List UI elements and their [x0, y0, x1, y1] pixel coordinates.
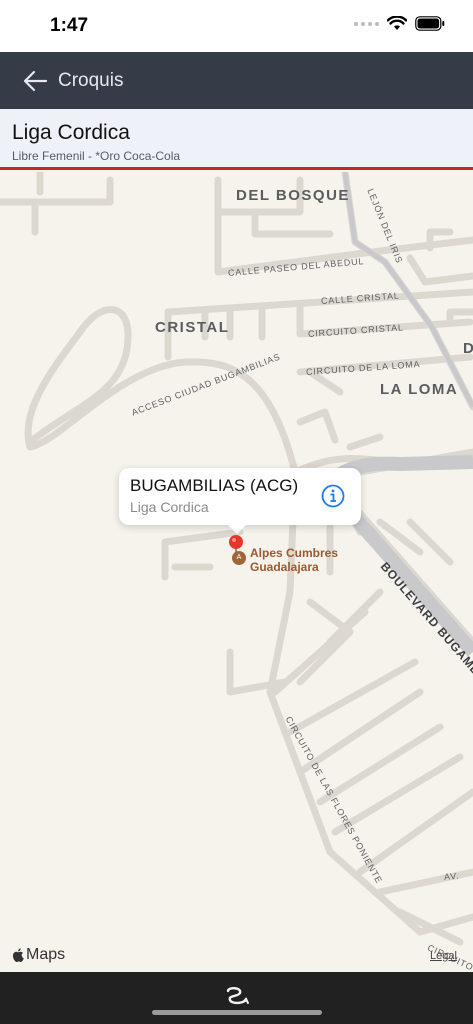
area-label-cristal: CRISTAL [155, 319, 230, 336]
callout-title: BUGAMBILIAS (ACG) [130, 476, 299, 495]
area-label-edge: D [463, 340, 473, 357]
apple-logo-icon [12, 948, 24, 962]
area-label-del-bosque: DEL BOSQUE [236, 187, 350, 204]
poi-icon: A [232, 551, 246, 565]
nav-title: Croquis [58, 69, 124, 91]
back-button[interactable] [0, 52, 56, 109]
nav-bar: Croquis [0, 52, 473, 109]
poi-label-line1: Alpes Cumbres [250, 546, 339, 560]
league-title: Liga Cordica [12, 121, 130, 144]
callout-subtitle: Liga Cordica [130, 499, 209, 515]
area-label-la-loma: LA LOMA [380, 381, 459, 398]
map-view[interactable]: DEL BOSQUE CRISTAL LA LOMA D LEJÓN DEL I… [0, 172, 473, 972]
wifi-icon [387, 16, 407, 30]
poi-label[interactable]: Alpes Cumbres Guadalajara [250, 546, 338, 574]
info-circle-icon[interactable] [321, 484, 345, 508]
street-label-av: AV. [443, 870, 460, 882]
home-indicator[interactable] [152, 1010, 322, 1015]
battery-icon [415, 16, 445, 31]
app-logo-icon [226, 987, 249, 1005]
legal-link[interactable]: Legal [430, 950, 457, 962]
maps-attribution: Maps [12, 946, 65, 964]
arrow-left-icon [23, 70, 48, 91]
status-time: 1:47 [50, 15, 89, 36]
poi-label-line2: Guadalajara [250, 560, 319, 574]
status-icons [354, 16, 445, 31]
location-callout[interactable]: BUGAMBILIAS (ACG) Liga Cordica [119, 468, 361, 534]
bottom-bar [0, 972, 473, 1024]
status-bar: 1:47 [0, 0, 473, 52]
league-subtitle: Libre Femenil - *Oro Coca-Cola [12, 149, 181, 163]
maps-attribution-text: Maps [26, 946, 66, 963]
map-roads [0, 172, 473, 946]
league-header: Liga Cordica Libre Femenil - *Oro Coca-C… [0, 109, 473, 170]
signal-icon [354, 21, 379, 26]
